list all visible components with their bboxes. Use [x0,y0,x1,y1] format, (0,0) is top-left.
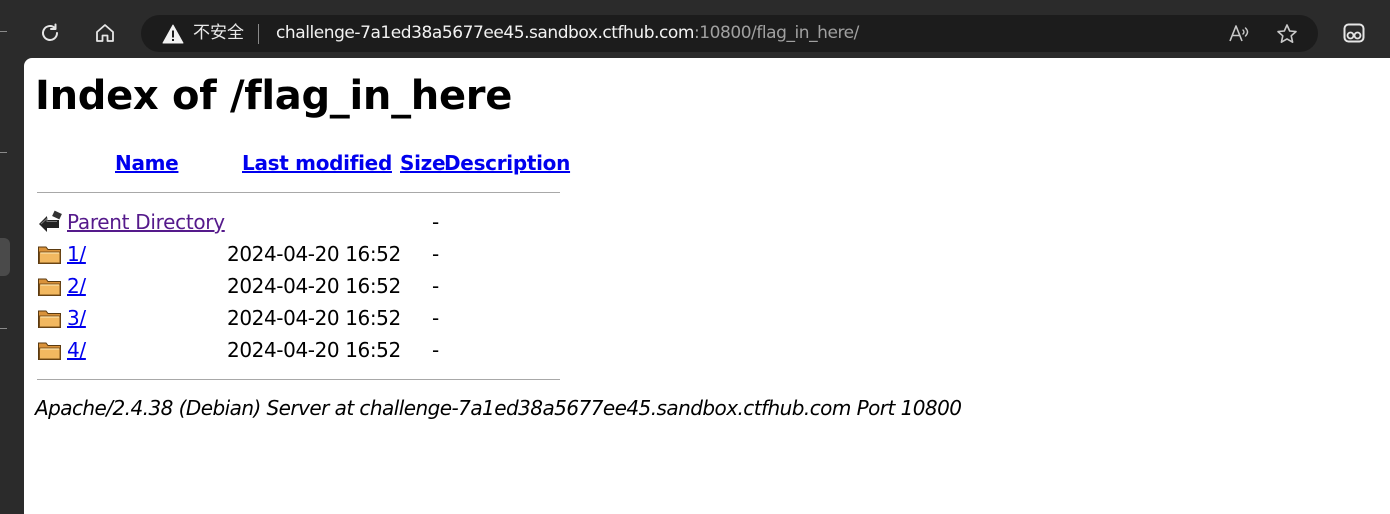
extension-icon [1343,23,1365,43]
folder-icon [37,274,63,298]
rail-marker [0,31,7,32]
reload-icon [42,23,58,41]
page-title: Index of /flag_in_here [35,73,513,119]
rail-marker [0,328,7,329]
directory-row: 3/2024-04-20 16:52 - [35,304,565,332]
directory-link[interactable]: 2/ [67,273,86,299]
directory-link[interactable]: 4/ [67,337,86,363]
last-modified-cell: 2024-04-20 16:52 [227,242,401,266]
read-aloud-icon [1229,25,1249,42]
address-bar[interactable]: 不安全 challenge-7a1ed38a5677ee45.sandbox.c… [141,15,1318,52]
warning-icon[interactable] [162,24,184,44]
column-last-modified-link[interactable]: Last modified [242,150,392,176]
directory-link[interactable]: 3/ [67,305,86,331]
directory-row: 1/2024-04-20 16:52 - [35,240,565,268]
directory-link[interactable]: 1/ [67,241,86,267]
size-cell: - [432,242,440,266]
header-divider [37,192,560,193]
sidebar-collapsed-tab[interactable] [0,238,10,276]
column-size-link[interactable]: Size [400,150,446,176]
read-aloud-button[interactable] [1228,23,1250,45]
size-cell: - [432,306,440,330]
reload-button[interactable] [32,15,68,51]
extension-button[interactable] [1336,15,1372,51]
size-cell: - [432,338,440,362]
url-text[interactable]: challenge-7a1ed38a5677ee45.sandbox.ctfhu… [276,23,859,44]
directory-row: 2/2024-04-20 16:52 - [35,272,565,300]
favorite-button[interactable] [1276,23,1298,45]
url-host: challenge-7a1ed38a5677ee45.sandbox.ctfhu… [276,23,694,43]
home-button[interactable] [87,15,123,51]
address-separator [258,24,259,44]
page-viewport: Index of /flag_in_here Name Last modifie… [24,58,1390,514]
directory-row: 4/2024-04-20 16:52 - [35,336,565,364]
size-cell: - [432,210,440,234]
server-signature: Apache/2.4.38 (Debian) Server at challen… [35,396,962,420]
security-status-label[interactable]: 不安全 [193,23,244,43]
parent-directory-row: Parent Directory - [35,208,565,236]
last-modified-cell: 2024-04-20 16:52 [227,306,401,330]
folder-icon [37,338,63,362]
parent-directory-link[interactable]: Parent Directory [67,209,225,235]
rail-marker [0,152,7,153]
last-modified-cell: 2024-04-20 16:52 [227,338,401,362]
folder-icon [37,242,63,266]
sidebar-rail [0,31,24,514]
last-modified-cell: 2024-04-20 16:52 [227,274,401,298]
column-name-link[interactable]: Name [115,150,179,176]
size-cell: - [432,274,440,298]
home-icon [96,24,114,42]
browser-toolbar: 不安全 challenge-7a1ed38a5677ee45.sandbox.c… [0,0,1390,58]
url-path: :10800/flag_in_here/ [693,23,859,43]
favorite-star-icon [1277,24,1297,43]
column-description-link[interactable]: Description [444,150,570,176]
footer-divider [37,379,560,380]
folder-icon [37,306,63,330]
back-arrow-icon [37,210,63,234]
